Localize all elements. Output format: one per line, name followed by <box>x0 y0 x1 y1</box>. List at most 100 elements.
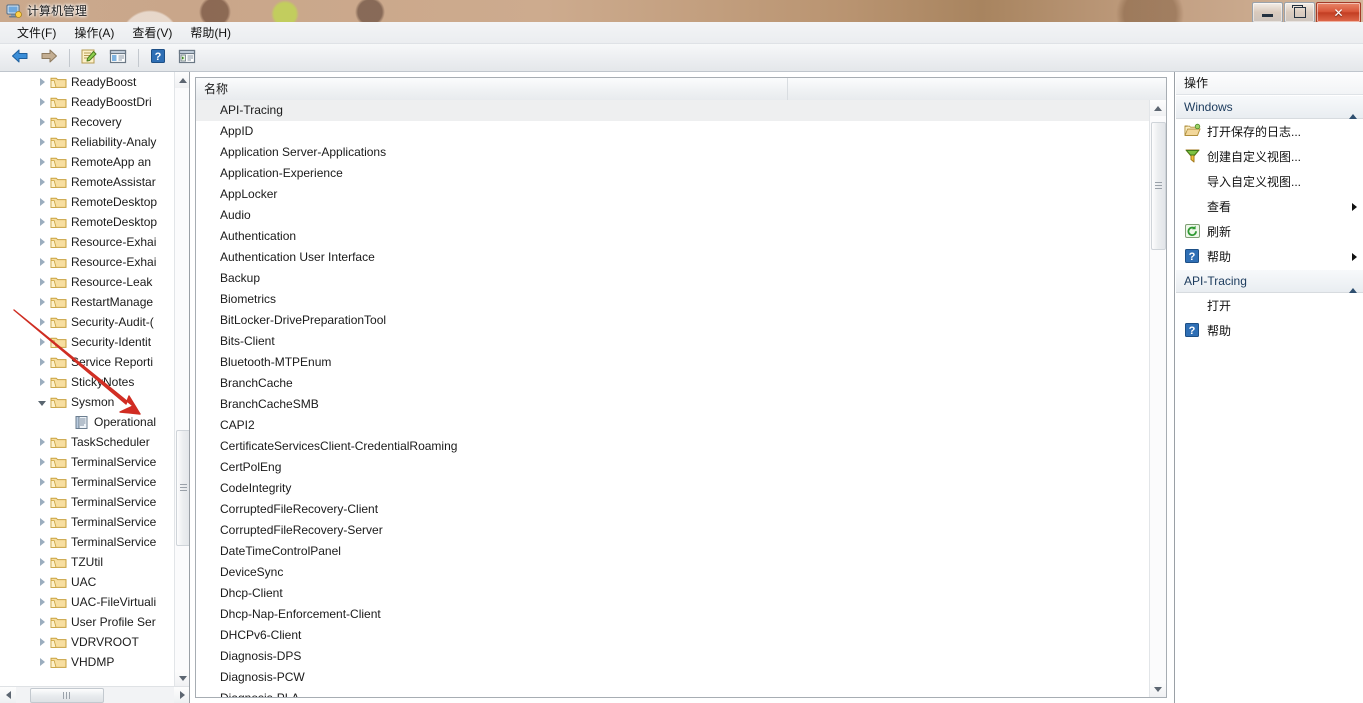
chevron-up-icon[interactable] <box>1349 100 1357 119</box>
chevron-right-icon[interactable] <box>34 312 50 332</box>
table-row[interactable]: Application-Experience <box>196 163 1150 184</box>
chevron-right-icon[interactable] <box>34 612 50 632</box>
chevron-right-icon[interactable] <box>34 252 50 272</box>
table-row[interactable]: Authentication User Interface <box>196 247 1150 268</box>
scroll-down-arrow[interactable] <box>175 670 189 686</box>
tree-item-terminalservice[interactable]: TerminalService <box>0 472 174 492</box>
scroll-thumb[interactable] <box>176 430 189 546</box>
tree-item-taskscheduler[interactable]: TaskScheduler <box>0 432 174 452</box>
tree-item-readyboost[interactable]: ReadyBoost <box>0 72 174 92</box>
scroll-up-arrow[interactable] <box>175 72 189 88</box>
chevron-right-icon[interactable] <box>34 432 50 452</box>
table-row[interactable]: AppID <box>196 121 1150 142</box>
table-row[interactable]: DateTimeControlPanel <box>196 541 1150 562</box>
action-item[interactable]: ? 帮助 <box>1176 318 1363 343</box>
tree-item-remoteassistar[interactable]: RemoteAssistar <box>0 172 174 192</box>
actions-section-windows[interactable]: Windows <box>1176 95 1363 119</box>
chevron-right-icon[interactable] <box>34 332 50 352</box>
menu-view[interactable]: 查看(V) <box>123 24 181 42</box>
table-row[interactable]: AppLocker <box>196 184 1150 205</box>
maximize-restore-button[interactable] <box>1284 2 1315 22</box>
tree-item-vdrvroot[interactable]: VDRVROOT <box>0 632 174 652</box>
close-button[interactable]: ✕ <box>1316 2 1361 22</box>
tree-item-user-profile-ser[interactable]: User Profile Ser <box>0 612 174 632</box>
action-item[interactable]: 打开 <box>1176 293 1363 318</box>
table-row[interactable]: CorruptedFileRecovery-Server <box>196 520 1150 541</box>
table-row[interactable]: Authentication <box>196 226 1150 247</box>
action-item[interactable]: 刷新 <box>1176 219 1363 244</box>
tree-item-security-audit[interactable]: Security-Audit-( <box>0 312 174 332</box>
chevron-right-icon[interactable] <box>34 212 50 232</box>
tree-item-stickynotes[interactable]: StickyNotes <box>0 372 174 392</box>
chevron-right-icon[interactable] <box>34 492 50 512</box>
toolbar-forward[interactable] <box>35 45 63 71</box>
tree-item-operational[interactable]: Operational <box>0 412 174 432</box>
tree-vertical-scrollbar[interactable] <box>174 72 189 686</box>
tree-item-remotedesktop[interactable]: RemoteDesktop <box>0 212 174 232</box>
tree-item-terminalservice[interactable]: TerminalService <box>0 532 174 552</box>
column-header-blank[interactable] <box>788 78 1152 100</box>
chevron-right-icon[interactable] <box>34 352 50 372</box>
chevron-right-icon[interactable] <box>34 132 50 152</box>
tree-item-service-reporti[interactable]: Service Reporti <box>0 352 174 372</box>
table-row[interactable]: BranchCache <box>196 373 1150 394</box>
table-row[interactable]: Diagnosis-DPS <box>196 646 1150 667</box>
chevron-down-icon[interactable] <box>34 392 50 412</box>
tree-item-resource-exhai[interactable]: Resource-Exhai <box>0 232 174 252</box>
chevron-right-icon[interactable] <box>34 272 50 292</box>
action-item[interactable]: 导入自定义视图... <box>1176 169 1363 194</box>
tree-horizontal-scrollbar[interactable] <box>0 686 189 703</box>
tree-item-security-identit[interactable]: Security-Identit <box>0 332 174 352</box>
chevron-right-icon[interactable] <box>34 372 50 392</box>
table-row[interactable]: API-Tracing <box>196 100 1150 121</box>
table-row[interactable]: CertPolEng <box>196 457 1150 478</box>
list-vertical-scrollbar[interactable] <box>1149 100 1166 697</box>
table-row[interactable]: Dhcp-Client <box>196 583 1150 604</box>
table-row[interactable]: Diagnosis-PLA <box>196 688 1150 697</box>
chevron-right-icon[interactable] <box>34 92 50 112</box>
tree-item-remoteapp-an[interactable]: RemoteApp an <box>0 152 174 172</box>
chevron-right-icon[interactable] <box>34 152 50 172</box>
table-row[interactable]: Diagnosis-PCW <box>196 667 1150 688</box>
tree-item-remotedesktop[interactable]: RemoteDesktop <box>0 192 174 212</box>
tree-item-uac-filevirtuali[interactable]: UAC-FileVirtuali <box>0 592 174 612</box>
tree-item-resource-exhai[interactable]: Resource-Exhai <box>0 252 174 272</box>
console-tree[interactable]: ReadyBoost ReadyBoostDri Recovery Reliabili… <box>0 72 174 686</box>
table-row[interactable]: BitLocker-DrivePreparationTool <box>196 310 1150 331</box>
chevron-right-icon[interactable] <box>34 472 50 492</box>
toolbar-action-pane[interactable] <box>173 45 201 71</box>
tree-item-restartmanage[interactable]: RestartManage <box>0 292 174 312</box>
tree-item-terminalservice[interactable]: TerminalService <box>0 512 174 532</box>
table-row[interactable]: Bluetooth-MTPEnum <box>196 352 1150 373</box>
chevron-right-icon[interactable] <box>34 592 50 612</box>
action-item[interactable]: ? 帮助 <box>1176 244 1363 269</box>
chevron-right-icon[interactable] <box>34 172 50 192</box>
table-row[interactable]: CodeIntegrity <box>196 478 1150 499</box>
scroll-thumb-h[interactable] <box>30 688 104 703</box>
table-row[interactable]: Bits-Client <box>196 331 1150 352</box>
chevron-right-icon[interactable] <box>34 452 50 472</box>
table-row[interactable]: DeviceSync <box>196 562 1150 583</box>
table-row[interactable]: Biometrics <box>196 289 1150 310</box>
list-scroll-thumb[interactable] <box>1151 122 1166 250</box>
chevron-right-icon[interactable] <box>34 232 50 252</box>
tree-item-terminalservice[interactable]: TerminalService <box>0 452 174 472</box>
chevron-right-icon[interactable] <box>34 652 50 672</box>
title-bar[interactable]: 计算机管理 ✕ <box>0 0 1363 22</box>
toolbar-back[interactable] <box>6 45 34 71</box>
list-scroll-up-arrow[interactable] <box>1150 100 1166 116</box>
toolbar-help[interactable]: ? <box>144 45 172 71</box>
table-row[interactable]: CertificateServicesClient-CredentialRoam… <box>196 436 1150 457</box>
list-scroll-down-arrow[interactable] <box>1150 681 1166 697</box>
scroll-track[interactable] <box>175 88 189 670</box>
table-row[interactable]: Backup <box>196 268 1150 289</box>
tree-item-tzutil[interactable]: TZUtil <box>0 552 174 572</box>
chevron-right-icon[interactable] <box>34 632 50 652</box>
menu-help[interactable]: 帮助(H) <box>181 24 240 42</box>
action-item[interactable]: 创建自定义视图... <box>1176 144 1363 169</box>
chevron-right-icon[interactable] <box>34 512 50 532</box>
tree-item-vhdmp[interactable]: VHDMP <box>0 652 174 672</box>
action-item[interactable]: 查看 <box>1176 194 1363 219</box>
chevron-right-icon[interactable] <box>34 192 50 212</box>
actions-section-api-tracing[interactable]: API-Tracing <box>1176 269 1363 293</box>
